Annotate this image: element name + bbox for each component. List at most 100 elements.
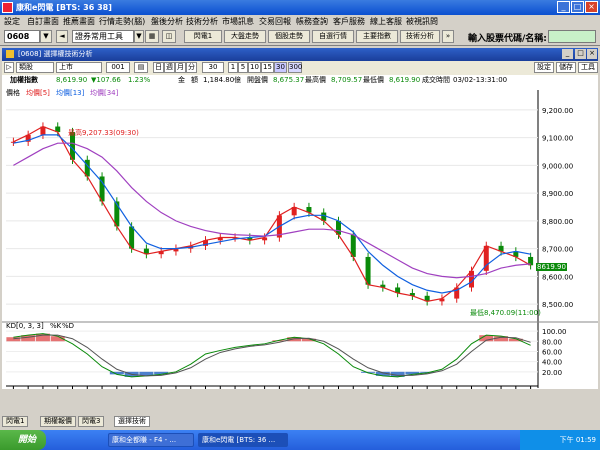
window-title: 康和e閃電 [BTS: 36 38]	[16, 3, 112, 12]
interval-5[interactable]: 5	[238, 62, 248, 73]
kd-y-tick-label: 80.00	[542, 338, 562, 346]
kd-label: KD[0, 3, 3]	[6, 322, 44, 330]
time-value: 03/02-13:31:00	[453, 76, 508, 84]
play-icon[interactable]: ▷	[4, 62, 14, 73]
low-label: 最低價	[363, 76, 384, 84]
menu-quotes[interactable]: 行情走勢(腦)	[99, 16, 145, 27]
menu-trade-report[interactable]: 交易回報	[259, 16, 291, 27]
system-tray: 下午 01:59	[520, 430, 600, 450]
app-icon	[2, 2, 13, 13]
interval-15[interactable]: 15	[261, 62, 274, 73]
open-value: 8,675.37	[273, 76, 305, 84]
low-annotation: 最低8,470.09(11:00)	[470, 309, 541, 317]
tools-button[interactable]: 工具	[578, 62, 598, 73]
settings-button[interactable]: 設定	[534, 62, 554, 73]
menu-after-hours[interactable]: 盤後分析	[151, 16, 183, 27]
stock-trend-button[interactable]: 個股走勢	[268, 30, 310, 43]
y-tick-label: 8,700.00	[542, 246, 573, 254]
tab-options-tech[interactable]: 選擇技術	[114, 416, 150, 427]
menu-bar: 設定 自訂畫面 推薦畫面 行情走勢(腦) 盤後分析 技術分析 市場訊息 交易回報…	[0, 15, 600, 28]
chart-tool-icon[interactable]: ▦	[145, 30, 159, 43]
menu-recommended[interactable]: 推薦畫面	[63, 16, 95, 27]
kd-k-label: %K	[50, 322, 62, 330]
category-select[interactable]: 類股	[16, 62, 54, 73]
volume-label: 額	[191, 76, 198, 84]
menu-video[interactable]: 被視訊問	[406, 16, 438, 27]
low-value: 8,619.90	[389, 76, 421, 84]
menu-online-support[interactable]: 線上客服	[370, 16, 402, 27]
y-tick-label: 9,100.00	[542, 135, 573, 143]
menu-technical[interactable]: 技術分析	[186, 16, 218, 27]
watchlist-button[interactable]: 自選行情	[312, 30, 354, 43]
menu-market-info[interactable]: 市場訊息	[222, 16, 254, 27]
period-week[interactable]: 週	[164, 62, 175, 73]
kd-y-tick-label: 40.00	[542, 359, 562, 367]
tab-lightning3[interactable]: 閃電3	[78, 416, 105, 427]
last-price-tag: 8619.90	[536, 263, 567, 271]
volume-value: 1,184.80	[203, 76, 235, 84]
inner-maximize-button[interactable]: □	[575, 49, 586, 59]
y-tick-label: 8,800.00	[542, 218, 573, 226]
y-tick-label: 8,900.00	[542, 190, 573, 198]
tab-lightning1[interactable]: 閃電1	[2, 416, 29, 427]
toolbar-more-icon[interactable]: »	[442, 30, 454, 43]
start-button[interactable]: 開始	[0, 430, 46, 450]
main-index-button[interactable]: 主要指數	[356, 30, 398, 43]
calendar-icon[interactable]: ▤	[134, 62, 148, 73]
tool-select[interactable]: 證券常用工具	[72, 30, 134, 43]
menu-service[interactable]: 客戶服務	[333, 16, 365, 27]
interval-1[interactable]: 1	[228, 62, 238, 73]
minute-select[interactable]: 30	[202, 62, 224, 73]
period-minute[interactable]: 分	[186, 62, 197, 73]
code-dropdown-icon[interactable]: ▼	[40, 30, 52, 43]
tab-options-quote[interactable]: 期權報價	[40, 416, 76, 427]
ma-line-0	[13, 125, 531, 302]
period-month[interactable]: 月	[175, 62, 186, 73]
menu-account[interactable]: 帳務查詢	[296, 16, 328, 27]
open-label: 開盤價	[247, 76, 268, 84]
window-tool-icon[interactable]: ◫	[162, 30, 176, 43]
lightning1-button[interactable]: 閃電1	[184, 30, 222, 43]
close-button[interactable]: ×	[585, 1, 598, 13]
quote-info-bar: 加權指數 8,619.90 ▼107.66 1.23% 金 額 1,184.80…	[2, 75, 598, 86]
interval-30[interactable]: 30	[274, 62, 287, 73]
time-label: 成交時間	[422, 76, 450, 84]
high-annotation: 最高9,207.33(09:30)	[68, 129, 139, 137]
y-tick-label: 8,500.00	[542, 301, 573, 309]
window-titlebar: 康和e閃電 [BTS: 36 38] _ □ ×	[0, 0, 600, 15]
menu-custom-screen[interactable]: 自訂畫面	[27, 16, 59, 27]
code-select[interactable]: 001	[106, 62, 130, 73]
maximize-button[interactable]: □	[571, 1, 584, 13]
y-tick-label: 9,200.00	[542, 107, 573, 115]
inner-close-button[interactable]: ×	[587, 49, 597, 59]
tool-dropdown-icon[interactable]: ▼	[134, 30, 144, 43]
volume-unit: 億	[234, 76, 241, 84]
period-day[interactable]: 日	[153, 62, 164, 73]
code-input[interactable]: 0608	[4, 30, 40, 43]
market-trend-button[interactable]: 大盤走勢	[224, 30, 266, 43]
inner-minimize-button[interactable]: _	[562, 49, 573, 59]
amount-label: 金	[178, 76, 185, 84]
tech-analysis-button[interactable]: 技術分析	[400, 30, 440, 43]
high-value: 8,709.57	[331, 76, 363, 84]
clock: 下午 01:59	[559, 436, 596, 444]
menu-settings[interactable]: 設定	[4, 16, 20, 27]
interval-custom[interactable]: 300	[288, 62, 302, 73]
market-select[interactable]: 上市	[56, 62, 102, 73]
index-name: 加權指數	[10, 76, 38, 84]
price-change: ▼107.66	[91, 76, 121, 84]
nav-icon[interactable]: ◄	[56, 30, 68, 43]
kd-y-tick-label: 20.00	[542, 369, 562, 377]
task-kanghe-lightning[interactable]: 康和e閃電 [BTS: 36 ...	[198, 433, 288, 447]
task-kanghe-all[interactable]: 康和全都賺 - F4 - ...	[108, 433, 194, 447]
minimize-button[interactable]: _	[557, 1, 570, 13]
kd-k-line	[13, 333, 531, 378]
chart-window-title: [0608] 選擇權技術分析	[18, 50, 93, 58]
kd-y-tick-label: 60.00	[542, 348, 562, 356]
interval-10[interactable]: 10	[248, 62, 261, 73]
chart-area[interactable]: 價格 均價[5] 均價[13] 均價[34] 9,200.00 9,100.00 9…	[2, 86, 598, 389]
stock-search-input[interactable]	[548, 30, 596, 43]
y-tick-label: 8,600.00	[542, 273, 573, 281]
last-price: 8,619.90	[56, 76, 88, 84]
save-button[interactable]: 儲存	[556, 62, 576, 73]
